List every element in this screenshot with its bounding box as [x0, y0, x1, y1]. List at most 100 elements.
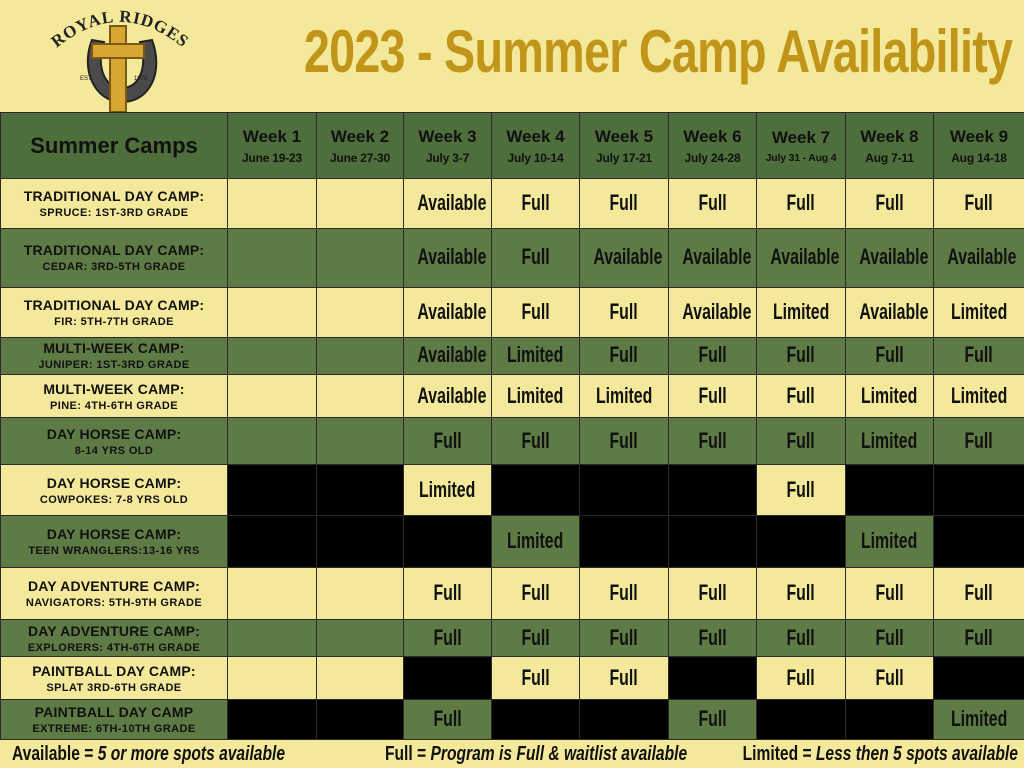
week-header: Week 1 June 19-23 [227, 112, 317, 179]
week-dates: July 24-28 [684, 150, 741, 165]
availability-status: Full [786, 664, 816, 690]
availability-status: Full [875, 190, 904, 216]
availability-status: Full [875, 664, 904, 690]
table-header-row: Summer Camps Week 1 June 19-23 Week 2 June… [0, 112, 1024, 179]
camp-group: NAVIGATORS: 5TH-9TH GRADE [25, 597, 203, 610]
availability-status: Full [433, 580, 462, 606]
availability-status: Full [964, 190, 994, 216]
availability-status: Limited [861, 427, 918, 453]
week-header: Week 5 July 17-21 [579, 112, 669, 179]
availability-cell: Full [933, 567, 1024, 621]
availability-cell: Full [491, 228, 580, 288]
camp-type: DAY HORSE CAMP: [46, 474, 182, 491]
availability-cell: Full [756, 567, 846, 621]
availability-cell: Limited [579, 374, 669, 419]
table-row: PAINTBALL DAY CAMP: SPLAT 3RD-6TH GRADE Fu… [0, 656, 1024, 700]
availability-cell: Limited [933, 374, 1024, 419]
availability-status: Full [609, 298, 639, 324]
availability-status: Limited [507, 527, 564, 553]
availability-status: Full [698, 427, 727, 453]
week-name: Week 5 [594, 126, 654, 146]
camp-label-cell: DAY HORSE CAMP: TEEN WRANGLERS:13-16 YRS [0, 514, 228, 569]
availability-status: Full [433, 427, 462, 453]
week-header: Week 7 July 31 - Aug 4 [756, 112, 846, 179]
unavailable-cell [933, 656, 1024, 700]
availability-status: Full [875, 342, 904, 368]
availability-cell: Full [579, 567, 669, 621]
availability-cell: Available [845, 228, 934, 288]
availability-cell [227, 567, 317, 621]
availability-cell: Full [491, 567, 580, 621]
camp-group: 8-14 YRS OLD [74, 444, 154, 457]
availability-cell [227, 177, 317, 230]
availability-status: Limited [772, 298, 830, 324]
availability-status: Limited [419, 476, 476, 502]
camp-label-cell: DAY ADVENTURE CAMP: NAVIGATORS: 5TH-9TH G… [0, 567, 228, 621]
legend-desc: 5 or more spots available [97, 743, 285, 765]
legend-item-full: Full = Program is Full & waitlist availa… [385, 743, 688, 765]
camp-type: TRADITIONAL DAY CAMP: [23, 242, 205, 259]
availability-cell: Full [933, 417, 1024, 466]
availability-status: Full [786, 342, 816, 368]
week-name: Week 9 [949, 126, 1009, 146]
availability-cell: Available [756, 228, 846, 288]
camp-label-cell: PAINTBALL DAY CAMP EXTREME: 6TH-10TH GRAD… [0, 698, 228, 741]
table-row: TRADITIONAL DAY CAMP: CEDAR: 3RD-5TH GRAD… [0, 228, 1024, 288]
availability-status: Full [609, 190, 639, 216]
unavailable-cell [316, 698, 404, 741]
unavailable-cell [316, 514, 404, 569]
availability-status: Available [682, 244, 752, 270]
availability-cell: Full [668, 567, 757, 621]
week-name: Week 4 [506, 126, 565, 146]
week-dates: June 27-30 [329, 150, 391, 165]
availability-status: Limited [950, 382, 1008, 408]
table-row: MULTI-WEEK CAMP: JUNIPER: 1ST-3RD GRADE Av… [0, 336, 1024, 376]
unavailable-cell [227, 464, 317, 516]
table-row: DAY HORSE CAMP: TEEN WRANGLERS:13-16 YRS L… [0, 514, 1024, 569]
availability-status: Available [417, 382, 487, 408]
availability-cell: Full [668, 619, 757, 658]
logo-year: 1978 [134, 76, 148, 82]
availability-cell: Full [845, 336, 934, 376]
week-dates: July 31 - Aug 4 [765, 151, 837, 164]
week-name: Week 1 [242, 126, 302, 146]
availability-cell [227, 374, 317, 419]
camp-label-cell: MULTI-WEEK CAMP: PINE: 4TH-6TH GRADE [0, 374, 228, 419]
camp-label-cell: DAY ADVENTURE CAMP: EXPLORERS: 4TH-6TH GR… [0, 619, 228, 658]
availability-cell: Limited [845, 417, 934, 466]
availability-cell: Limited [756, 286, 846, 338]
availability-cell: Full [756, 177, 846, 230]
availability-cell: Available [668, 286, 757, 338]
availability-status: Available [682, 298, 752, 324]
camp-label-cell: TRADITIONAL DAY CAMP: FIR: 5TH-7TH GRADE [0, 286, 228, 338]
table-row: MULTI-WEEK CAMP: PINE: 4TH-6TH GRADE Avail… [0, 374, 1024, 419]
availability-status: Full [521, 427, 550, 453]
availability-status: Limited [950, 705, 1008, 731]
camp-label-cell: DAY HORSE CAMP: 8-14 YRS OLD [0, 417, 228, 466]
availability-status: Available [947, 244, 1017, 270]
availability-status: Full [521, 298, 550, 324]
availability-cell: Full [403, 698, 492, 741]
week-dates: Aug 7-11 [865, 150, 914, 165]
camp-group: EXPLORERS: 4TH-6TH GRADE [27, 641, 201, 654]
corner-label: Summer Camps [0, 112, 228, 179]
unavailable-cell [756, 514, 846, 569]
availability-status: Full [698, 705, 727, 731]
week-header: Week 6 July 24-28 [668, 112, 757, 179]
availability-cell [316, 619, 404, 658]
availability-cell [316, 228, 404, 288]
logo-est: EST. [80, 76, 93, 82]
camp-group: JUNIPER: 1ST-3RD GRADE [38, 359, 190, 372]
availability-status: Full [521, 624, 550, 650]
camp-label-cell: MULTI-WEEK CAMP: JUNIPER: 1ST-3RD GRADE [0, 336, 228, 376]
header: ROYAL RIDGES EST. 1978 2023 - Summer Cam… [0, 0, 1024, 114]
availability-cell: Full [579, 656, 669, 700]
page-title: 2023 - Summer Camp Availability [303, 18, 1013, 85]
availability-cell: Full [491, 656, 580, 700]
table-row: TRADITIONAL DAY CAMP: FIR: 5TH-7TH GRADE A… [0, 286, 1024, 338]
unavailable-cell [756, 698, 846, 741]
availability-status: Full [433, 705, 462, 731]
legend: Available = 5 or more spots available Fu… [0, 740, 1024, 768]
table-row: PAINTBALL DAY CAMP EXTREME: 6TH-10TH GRAD… [0, 698, 1024, 741]
unavailable-cell [403, 514, 492, 569]
